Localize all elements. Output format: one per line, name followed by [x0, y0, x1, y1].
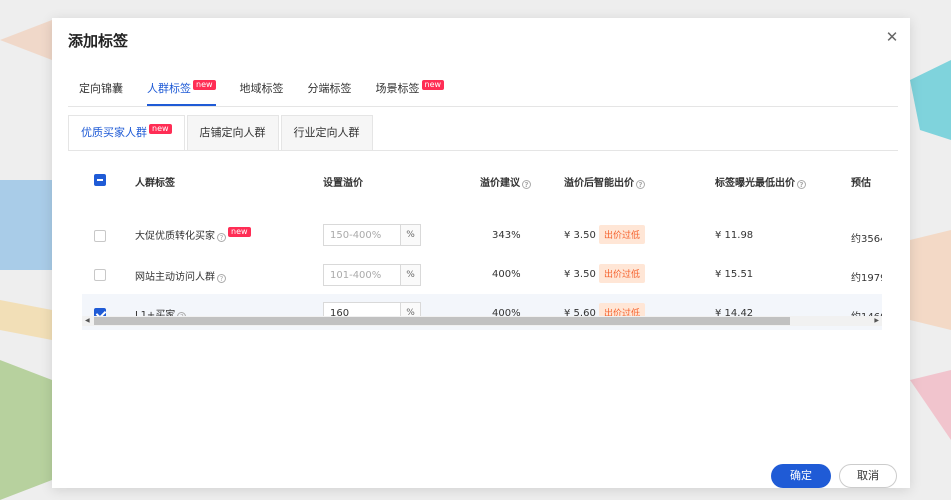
header-name: 人群标签 — [135, 178, 175, 189]
premium-input[interactable] — [324, 225, 400, 245]
tab-direction-kit[interactable]: 定向锦囊 — [79, 78, 123, 106]
header-smart-bid: 溢价后智能出价? — [564, 174, 645, 189]
scroll-left-icon[interactable]: ◀ — [85, 317, 90, 324]
tab-label: 定向锦囊 — [79, 82, 123, 95]
subtab-label: 优质买家人群 — [81, 126, 147, 139]
confirm-button[interactable]: 确定 — [771, 464, 831, 488]
min-bid: ¥ 15.51 — [715, 269, 754, 280]
premium-suggest: 343% — [492, 230, 521, 241]
header-premium: 设置溢价 — [323, 178, 363, 189]
help-icon[interactable]: ? — [797, 180, 806, 189]
tab-label: 人群标签 — [147, 82, 191, 95]
scroll-thumb[interactable] — [94, 317, 790, 325]
new-badge: new — [149, 124, 172, 134]
table-row: 网站主动访问人群? % 400% ¥ 3.50 出价过低 ¥ 15.51 约19… — [82, 255, 882, 294]
min-bid: ¥ 11.98 — [715, 230, 754, 241]
tag-type-tabs: 定向锦囊 人群标签 new 地域标签 分端标签 场景标签 new — [79, 78, 445, 106]
new-badge: new — [421, 80, 445, 90]
row-checkbox[interactable] — [94, 230, 106, 242]
close-icon[interactable]: ✕ — [884, 29, 900, 45]
bid-too-low-tag: 出价过低 — [599, 225, 646, 244]
tab-label: 场景标签 — [375, 82, 420, 95]
premium-input-group: % — [323, 264, 421, 286]
scroll-right-icon[interactable]: ▶ — [874, 317, 879, 324]
crowd-table: 人群标签 设置溢价 溢价建议? 溢价后智能出价? 标签曝光最低出价? 预估 大促… — [82, 160, 882, 330]
smart-bid: ¥ 3.50 — [564, 269, 596, 280]
subtab-industry-crowd[interactable]: 行业定向人群 — [280, 115, 373, 151]
new-badge: new — [193, 80, 216, 90]
horizontal-scrollbar[interactable]: ◀ ▶ — [82, 316, 882, 326]
tab-region-tags[interactable]: 地域标签 — [240, 78, 284, 106]
table-header: 人群标签 设置溢价 溢价建议? 溢价后智能出价? 标签曝光最低出价? 预估 — [82, 160, 882, 202]
dialog-title: 添加标签 — [68, 32, 129, 50]
subtab-quality-buyers[interactable]: 优质买家人群 new — [68, 115, 185, 151]
add-tag-dialog: 添加标签 ✕ 定向锦囊 人群标签 new 地域标签 分端标签 场景标签 new 优质… — [52, 18, 910, 488]
smart-bid: ¥ 3.50 — [564, 230, 596, 241]
help-icon[interactable]: ? — [636, 180, 645, 189]
estimate: 约3564 — [851, 234, 882, 245]
header-estimate: 预估 — [851, 178, 871, 189]
tab-crowd-tags[interactable]: 人群标签 new — [147, 78, 216, 106]
row-checkbox[interactable] — [94, 269, 106, 281]
crowd-name: 网站主动访问人群? — [135, 268, 226, 283]
percent-suffix: % — [400, 225, 420, 245]
select-all-checkbox[interactable] — [94, 174, 106, 186]
tab-label: 分端标签 — [307, 82, 352, 95]
subtabs-divider — [68, 150, 898, 151]
crowd-name: 大促优质转化买家 ?new — [135, 227, 251, 242]
new-badge: new — [228, 227, 251, 237]
bid-too-low-tag: 出价过低 — [599, 264, 646, 283]
tab-device-tags[interactable]: 分端标签 — [308, 78, 352, 106]
subtab-shop-crowd[interactable]: 店铺定向人群 — [186, 115, 279, 151]
tab-scene-tags[interactable]: 场景标签 new — [376, 78, 445, 106]
premium-suggest: 400% — [492, 269, 521, 280]
premium-input[interactable] — [324, 265, 400, 285]
subtab-label: 行业定向人群 — [293, 126, 360, 139]
table-row: 大促优质转化买家?new % 343% ¥ 3.50 出价过低 ¥ 11.98 … — [82, 214, 882, 253]
percent-suffix: % — [400, 265, 420, 285]
cancel-button[interactable]: 取消 — [839, 464, 897, 488]
crowd-sub-tabs: 优质买家人群 new 店铺定向人群 行业定向人群 — [68, 115, 373, 151]
help-icon[interactable]: ? — [217, 233, 226, 242]
tabs-divider — [68, 106, 898, 107]
help-icon[interactable]: ? — [217, 274, 226, 283]
tab-label: 地域标签 — [239, 82, 284, 95]
header-suggest: 溢价建议? — [480, 174, 531, 189]
help-icon[interactable]: ? — [522, 180, 531, 189]
premium-input-group: % — [323, 224, 421, 246]
estimate: 约1979 — [851, 273, 882, 284]
header-min-bid: 标签曝光最低出价? — [715, 174, 806, 189]
subtab-label: 店铺定向人群 — [199, 126, 266, 139]
